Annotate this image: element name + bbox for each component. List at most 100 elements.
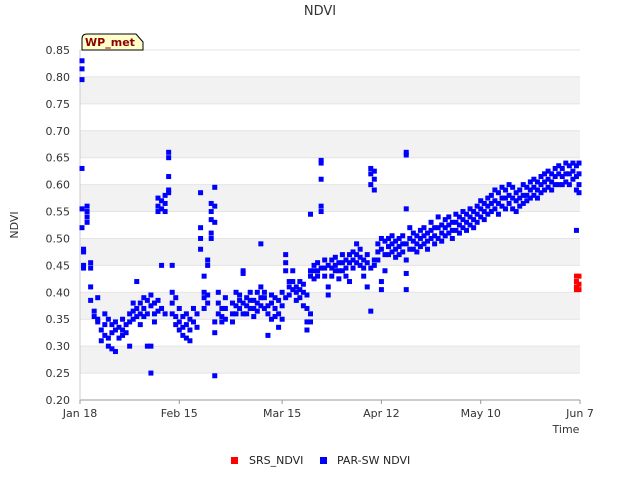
point-par-sw-ndvi [127, 343, 133, 349]
point-par-sw-ndvi [112, 319, 118, 325]
point-par-sw-ndvi [503, 206, 509, 212]
point-par-sw-ndvi [357, 246, 363, 252]
point-par-sw-ndvi [339, 252, 345, 258]
point-par-sw-ndvi [290, 268, 296, 274]
point-par-sw-ndvi [276, 297, 282, 303]
point-par-sw-ndvi [371, 187, 377, 193]
point-par-sw-ndvi [212, 219, 218, 225]
x-axis-title: Time [552, 423, 580, 436]
point-par-sw-ndvi [120, 316, 126, 322]
point-par-sw-ndvi [187, 327, 193, 333]
point-par-sw-ndvi [322, 273, 328, 279]
point-par-sw-ndvi [318, 203, 324, 209]
point-par-sw-ndvi [488, 192, 494, 198]
point-par-sw-ndvi [371, 262, 377, 268]
point-par-sw-ndvi [130, 300, 136, 306]
point-par-sw-ndvi [169, 262, 175, 268]
point-par-sw-ndvi [343, 265, 349, 271]
point-par-sw-ndvi [375, 241, 381, 247]
ndvi-chart: 0.20 0.25 0.30 0.35 0.40 0.45 0.50 0.55 0.60 0.65… [8, 4, 594, 467]
point-par-sw-ndvi [166, 174, 172, 180]
point-par-sw-ndvi [254, 308, 260, 314]
y-tick-label: 0.50 [46, 232, 71, 245]
point-par-sw-ndvi [307, 311, 313, 317]
x-axis-ticks: Jan 18 Feb 15 Mar 15 Apr 12 May 10 Jun 7 [62, 400, 594, 420]
point-par-sw-ndvi [279, 289, 285, 295]
point-par-sw-ndvi [98, 338, 104, 344]
point-par-sw-ndvi [576, 190, 582, 196]
point-par-sw-ndvi [318, 160, 324, 166]
point-par-sw-ndvi [361, 265, 367, 271]
point-par-sw-ndvi [222, 295, 228, 301]
point-par-sw-ndvi [414, 249, 420, 255]
point-par-sw-ndvi [208, 209, 214, 215]
point-par-sw-ndvi [364, 252, 370, 258]
point-par-sw-ndvi [91, 308, 97, 314]
point-par-sw-ndvi [432, 241, 438, 247]
point-par-sw-ndvi [190, 319, 196, 325]
point-par-sw-ndvi [265, 332, 271, 338]
point-par-sw-ndvi [576, 160, 582, 166]
point-par-sw-ndvi [272, 305, 278, 311]
point-par-sw-ndvi [378, 287, 384, 293]
point-par-sw-ndvi [307, 211, 313, 217]
point-par-sw-ndvi [84, 214, 90, 220]
point-par-sw-ndvi [428, 219, 434, 225]
point-par-sw-ndvi [464, 227, 470, 233]
point-par-sw-ndvi [354, 241, 360, 247]
point-par-sw-ndvi [276, 311, 282, 317]
point-par-sw-ndvi [144, 297, 150, 303]
point-par-sw-ndvi [506, 200, 512, 206]
point-par-sw-ndvi [187, 338, 193, 344]
point-par-sw-ndvi [212, 184, 218, 190]
point-par-sw-ndvi [446, 214, 452, 220]
point-par-sw-ndvi [84, 219, 90, 225]
point-par-sw-ndvi [194, 311, 200, 317]
point-par-sw-ndvi [95, 319, 101, 325]
point-par-sw-ndvi [137, 300, 143, 306]
point-par-sw-ndvi [183, 322, 189, 328]
point-par-sw-ndvi [79, 206, 85, 212]
point-par-sw-ndvi [79, 66, 85, 72]
point-par-sw-ndvi [98, 327, 104, 333]
x-tick-label: Jun 7 [565, 407, 594, 420]
point-par-sw-ndvi [134, 305, 140, 311]
x-tick-label: Feb 15 [161, 407, 198, 420]
point-par-sw-ndvi [403, 152, 409, 158]
point-par-sw-ndvi [576, 182, 582, 188]
point-par-sw-ndvi [307, 319, 313, 325]
point-par-sw-ndvi [510, 184, 516, 190]
point-par-sw-ndvi [375, 257, 381, 263]
point-par-sw-ndvi [389, 233, 395, 239]
point-par-sw-ndvi [162, 200, 168, 206]
point-par-sw-ndvi [84, 209, 90, 215]
y-tick-label: 0.55 [46, 206, 71, 219]
point-par-sw-ndvi [229, 319, 235, 325]
point-par-sw-ndvi [371, 168, 377, 174]
point-par-sw-ndvi [318, 209, 324, 215]
point-par-sw-ndvi [134, 279, 140, 285]
point-par-sw-ndvi [79, 225, 85, 231]
point-par-sw-ndvi [84, 203, 90, 209]
point-par-sw-ndvi [534, 195, 540, 201]
point-par-sw-ndvi [403, 287, 409, 293]
point-par-sw-ndvi [212, 319, 218, 325]
point-par-sw-ndvi [290, 279, 296, 285]
point-par-sw-ndvi [222, 305, 228, 311]
point-par-sw-ndvi [173, 314, 179, 320]
point-par-sw-ndvi [368, 308, 374, 314]
point-par-sw-ndvi [208, 230, 214, 236]
point-par-sw-ndvi [79, 58, 85, 64]
point-par-sw-ndvi [279, 303, 285, 309]
point-par-sw-ndvi [325, 292, 331, 298]
y-axis-ticks: 0.20 0.25 0.30 0.35 0.40 0.45 0.50 0.55 0.60 0.65… [46, 44, 71, 407]
point-par-sw-ndvi [449, 235, 455, 241]
point-par-sw-ndvi [159, 262, 165, 268]
point-par-sw-ndvi [205, 292, 211, 298]
point-par-sw-ndvi [194, 324, 200, 330]
point-par-sw-ndvi [304, 327, 310, 333]
point-par-sw-ndvi [325, 284, 331, 290]
point-par-sw-ndvi [112, 349, 118, 355]
point-par-sw-ndvi [176, 319, 182, 325]
point-par-sw-ndvi [162, 311, 168, 317]
